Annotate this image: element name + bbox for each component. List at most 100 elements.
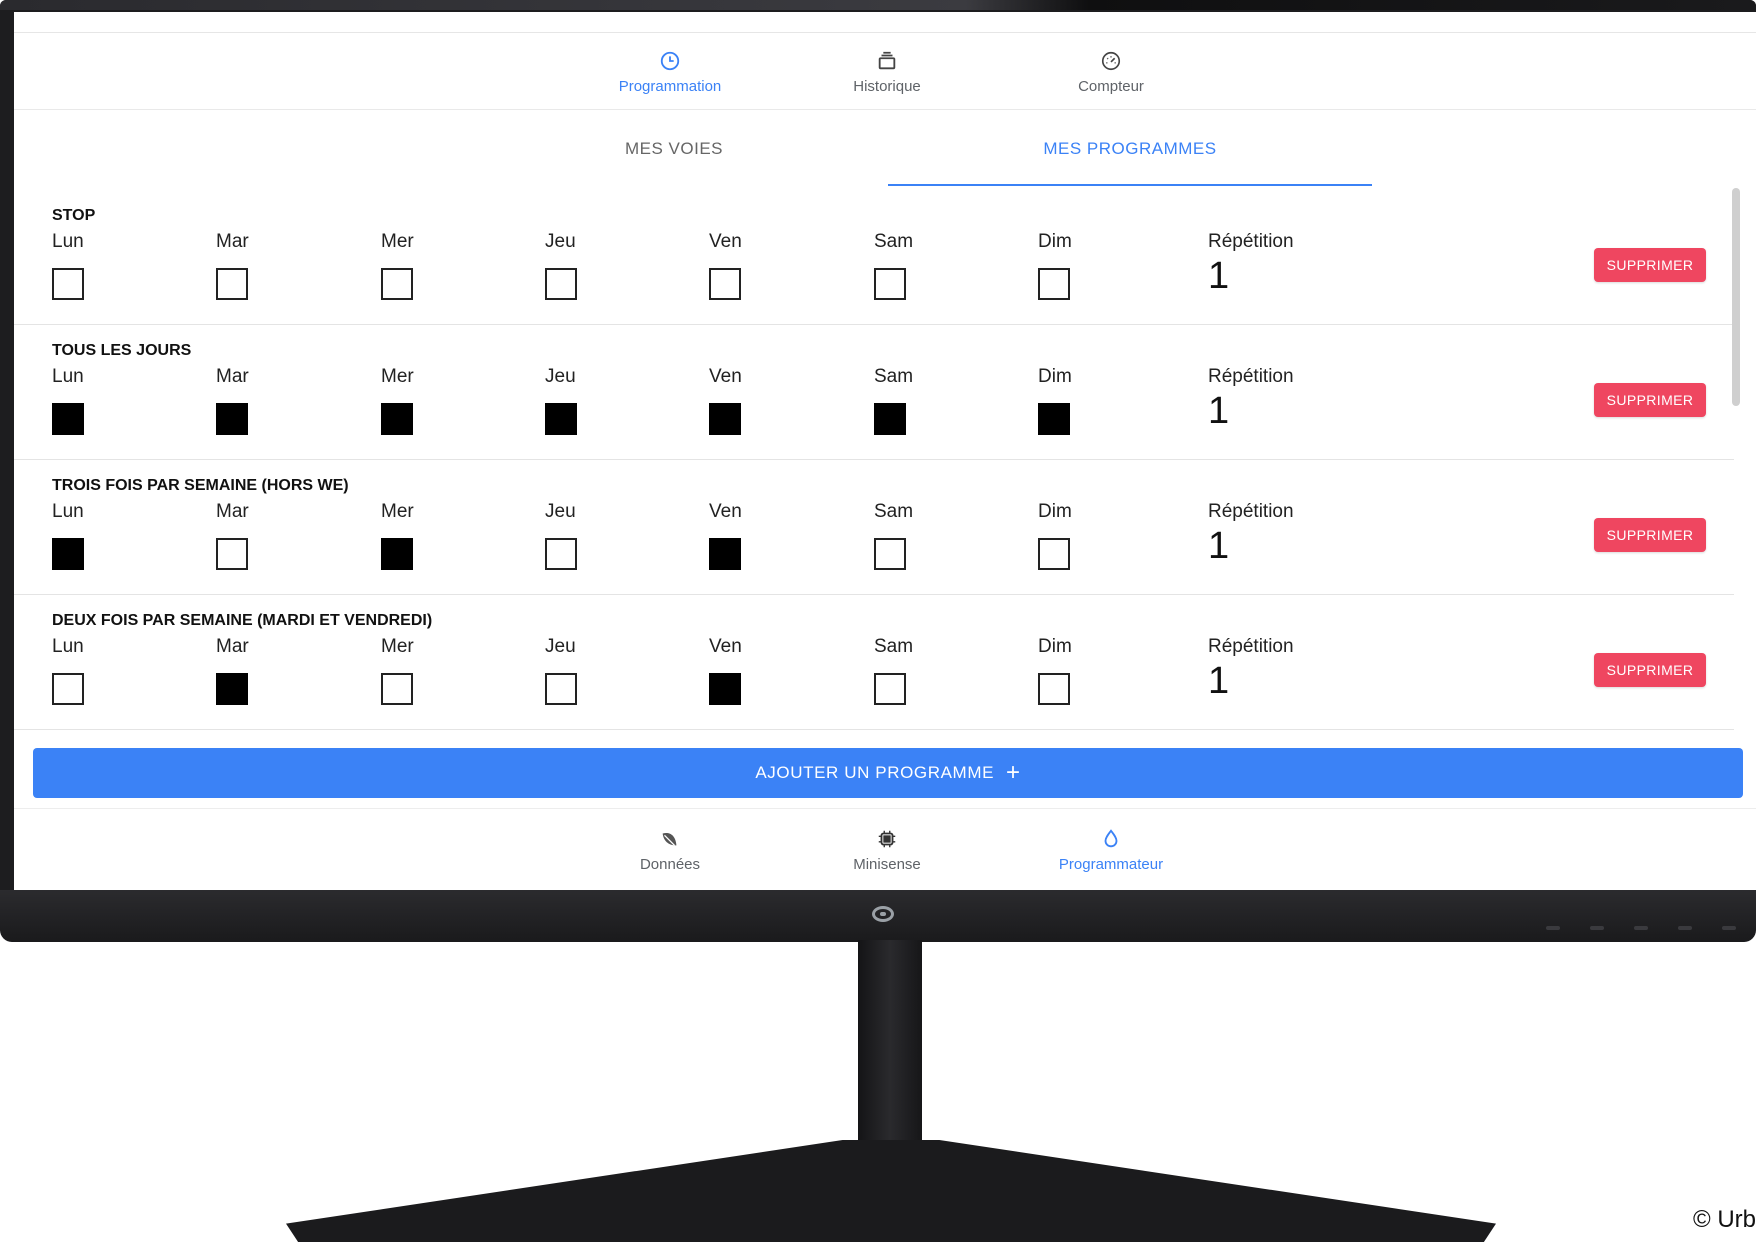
day-checkbox[interactable] (874, 673, 906, 705)
day-checkbox[interactable] (709, 673, 741, 705)
day-checkbox[interactable] (545, 268, 577, 300)
day-column: Lun (52, 231, 132, 300)
repetition-field: Répétition 1 (1208, 231, 1294, 295)
repetition-field: Répétition 1 (1208, 636, 1294, 700)
top-nav: Programmation Historique Compteur (14, 32, 1756, 110)
day-label: Lun (52, 636, 84, 657)
monitor-top-edge (0, 0, 1756, 10)
top-nav-label: Historique (853, 77, 921, 95)
repetition-value[interactable]: 1 (1208, 527, 1294, 565)
day-checkbox[interactable] (52, 673, 84, 705)
repetition-value[interactable]: 1 (1208, 662, 1294, 700)
bottom-nav-label: Programmateur (1058, 855, 1164, 873)
day-checkbox[interactable] (381, 403, 413, 435)
repetition-field: Répétition 1 (1208, 501, 1294, 565)
day-label: Ven (709, 231, 742, 252)
monitor-button (1590, 926, 1604, 930)
programs-list: STOP Lun Mar Mer Jeu Ven Sam Dim Répétition 1 SUPP… (14, 190, 1734, 750)
top-nav-programmation[interactable]: Programmation (570, 33, 770, 111)
program-row: STOP Lun Mar Mer Jeu Ven Sam Dim Répétition 1 SUPP… (14, 190, 1734, 325)
delete-program-button[interactable]: SUPPRIMER (1594, 653, 1706, 687)
day-checkbox[interactable] (216, 673, 248, 705)
day-column: Mer (381, 636, 461, 705)
day-column: Ven (709, 366, 789, 435)
day-column: Sam (874, 636, 954, 705)
day-column: Mar (216, 366, 296, 435)
bottom-nav-donnees[interactable]: Données (570, 809, 770, 890)
day-checkbox[interactable] (1038, 673, 1070, 705)
day-checkbox[interactable] (216, 538, 248, 570)
repetition-label: Répétition (1208, 366, 1294, 387)
tab-mes-voies[interactable]: MES VOIES (454, 110, 894, 188)
program-tabs: MES VOIES MES PROGRAMMES (14, 110, 1756, 188)
day-checkbox[interactable] (874, 268, 906, 300)
day-checkbox[interactable] (381, 538, 413, 570)
day-column: Dim (1038, 366, 1118, 435)
day-checkbox[interactable] (381, 673, 413, 705)
clock-icon (660, 51, 680, 70)
day-checkbox[interactable] (52, 268, 84, 300)
day-label: Jeu (545, 231, 576, 252)
day-checkbox[interactable] (874, 403, 906, 435)
day-checkbox[interactable] (874, 538, 906, 570)
program-name: TROIS FOIS PAR SEMAINE (HORS WE) (52, 477, 349, 494)
top-nav-compteur[interactable]: Compteur (1011, 33, 1211, 111)
day-column: Mer (381, 231, 461, 300)
copyright-text: © Urb (1692, 1206, 1756, 1233)
top-nav-historique[interactable]: Historique (787, 33, 987, 111)
day-checkbox[interactable] (545, 538, 577, 570)
tab-label: MES PROGRAMMES (1043, 139, 1217, 158)
day-label: Sam (874, 231, 914, 252)
program-name: DEUX FOIS PAR SEMAINE (MARDI ET VENDREDI… (52, 612, 433, 629)
day-checkbox[interactable] (545, 673, 577, 705)
monitor-stand-neck (858, 940, 922, 1145)
day-checkbox[interactable] (52, 538, 84, 570)
tab-mes-programmes[interactable]: MES PROGRAMMES (888, 110, 1372, 188)
monitor-buttons (1546, 926, 1736, 930)
day-column: Lun (52, 501, 132, 570)
scrollbar-thumb[interactable] (1732, 188, 1740, 406)
day-column: Ven (709, 501, 789, 570)
tab-label: MES VOIES (624, 139, 724, 158)
programs-scrollbar[interactable] (1730, 178, 1742, 738)
delete-program-button[interactable]: SUPPRIMER (1594, 248, 1706, 282)
repetition-value[interactable]: 1 (1208, 392, 1294, 430)
day-column: Dim (1038, 636, 1118, 705)
delete-program-button[interactable]: SUPPRIMER (1594, 518, 1706, 552)
day-checkbox[interactable] (545, 403, 577, 435)
day-column: Jeu (545, 636, 625, 705)
day-label: Jeu (545, 366, 576, 387)
day-checkbox[interactable] (216, 268, 248, 300)
day-checkbox[interactable] (381, 268, 413, 300)
day-checkbox[interactable] (216, 403, 248, 435)
water-drop-icon (1104, 828, 1118, 847)
day-checkbox[interactable] (709, 268, 741, 300)
day-checkbox[interactable] (1038, 268, 1070, 300)
day-column: Dim (1038, 501, 1118, 570)
repetition-label: Répétition (1208, 501, 1294, 522)
day-label: Dim (1038, 366, 1072, 387)
day-column: Ven (709, 231, 789, 300)
day-checkbox[interactable] (1038, 538, 1070, 570)
day-label: Mar (216, 366, 249, 387)
day-column: Mer (381, 366, 461, 435)
day-label: Ven (709, 636, 742, 657)
brand-logo-icon (872, 906, 894, 922)
day-checkbox[interactable] (1038, 403, 1070, 435)
day-checkbox[interactable] (709, 403, 741, 435)
delete-program-button[interactable]: SUPPRIMER (1594, 383, 1706, 417)
day-column: Sam (874, 366, 954, 435)
day-checkbox[interactable] (52, 403, 84, 435)
day-checkbox[interactable] (709, 538, 741, 570)
monitor-button (1678, 926, 1692, 930)
monitor-button (1722, 926, 1736, 930)
gauge-icon (1101, 51, 1121, 70)
bottom-nav-minisense[interactable]: Minisense (787, 809, 987, 890)
chip-icon (878, 830, 896, 847)
repetition-field: Répétition 1 (1208, 366, 1294, 430)
repetition-value[interactable]: 1 (1208, 257, 1294, 295)
add-program-button[interactable]: AJOUTER UN PROGRAMME + (33, 748, 1743, 798)
monitor-stand-base (286, 1140, 1496, 1242)
bottom-nav-programmateur[interactable]: Programmateur (1011, 809, 1211, 890)
day-column: Mar (216, 636, 296, 705)
